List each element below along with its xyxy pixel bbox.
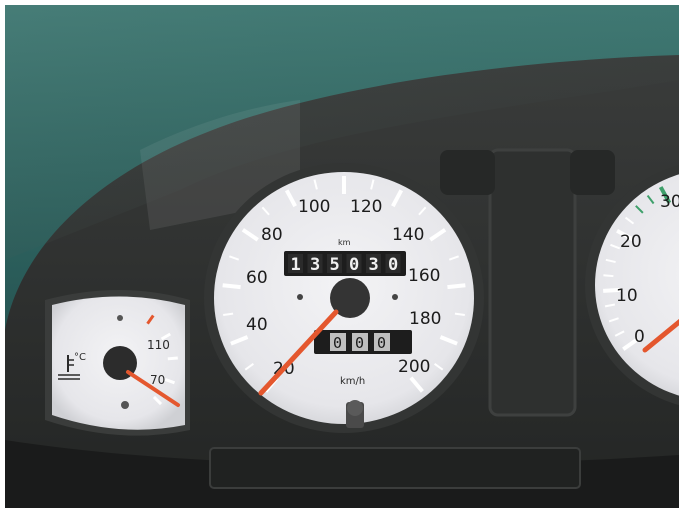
- speed-tick: [454, 312, 465, 316]
- trip-digit: 0: [377, 334, 386, 352]
- speed-tick: [222, 283, 241, 290]
- temp-label-70: 70: [150, 373, 165, 387]
- tach-label-0: 0: [634, 327, 645, 347]
- temp-unit-label: °C: [74, 352, 86, 363]
- odometer-digit: 0: [349, 255, 359, 275]
- tach-label-20: 20: [620, 232, 642, 252]
- odometer-digit: 0: [388, 255, 398, 275]
- trip-digit: 0: [355, 334, 364, 352]
- center-divider-panel: [488, 148, 577, 417]
- speed-label-100: 100: [298, 197, 330, 217]
- trip-reset-knob: [346, 400, 364, 428]
- speed-label-80: 80: [261, 225, 283, 245]
- instrument-cluster-photo: 110 70 °C 20 40 60 80 100 120 140 160 18…: [0, 0, 684, 513]
- speed-tick: [447, 283, 466, 290]
- odometer-digit: 3: [310, 255, 320, 275]
- temp-tick: [167, 356, 178, 361]
- temp-label-110: 110: [147, 338, 170, 352]
- tach-tick: [603, 274, 614, 278]
- speed-tick: [223, 312, 234, 316]
- speed-label-180: 180: [409, 309, 441, 329]
- speed-unit-label: km/h: [340, 376, 365, 387]
- odometer: 135030: [284, 251, 406, 276]
- speed-label-120: 120: [350, 197, 382, 217]
- odometer-digit: 5: [330, 255, 340, 275]
- tach-label-30: 30: [660, 192, 682, 212]
- odometer-digit: 3: [369, 255, 379, 275]
- temperature-gauge: 110 70 °C: [45, 290, 190, 436]
- trip-meter: 000: [314, 330, 412, 354]
- speed-label-60: 60: [246, 268, 268, 288]
- tach-label-10: 10: [616, 286, 638, 306]
- speedometer: 20 40 60 80 100 120 140 160 180 200 km 1…: [204, 163, 484, 433]
- odometer-digit: 1: [291, 255, 301, 275]
- odometer-unit-label: km: [338, 238, 351, 247]
- speed-label-140: 140: [392, 225, 424, 245]
- speed-label-40: 40: [246, 315, 268, 335]
- trip-digit: 0: [333, 334, 342, 352]
- speed-label-200: 200: [398, 357, 430, 377]
- speed-label-160: 160: [408, 266, 440, 286]
